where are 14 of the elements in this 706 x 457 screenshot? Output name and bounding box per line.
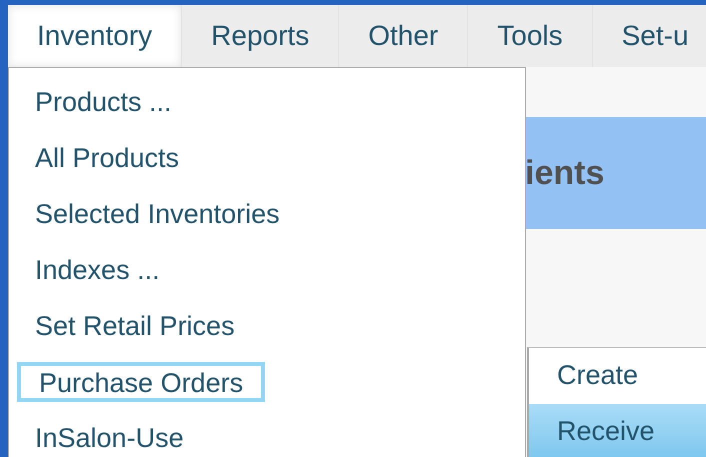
menu-item[interactable]: Selected Inventories (9, 186, 525, 242)
menu-item[interactable]: Purchase Orders (17, 362, 266, 402)
menu-tab[interactable]: Inventory (8, 5, 182, 67)
submenu-item[interactable]: Receive (529, 404, 706, 457)
menu-tab[interactable]: Reports (182, 5, 340, 67)
menu-item[interactable]: Products ... (9, 74, 525, 130)
menu-item[interactable]: All Products (9, 130, 525, 186)
submenu-item[interactable]: Create (529, 348, 706, 404)
menu-item[interactable]: Set Retail Prices (9, 298, 525, 354)
menu-item[interactable]: InSalon-Use (9, 410, 525, 457)
menu-item[interactable]: Indexes ... (9, 242, 525, 298)
page-title: ients (525, 152, 604, 194)
menu-tab[interactable]: Other (339, 5, 468, 67)
menu-tab[interactable]: Tools (468, 5, 593, 67)
